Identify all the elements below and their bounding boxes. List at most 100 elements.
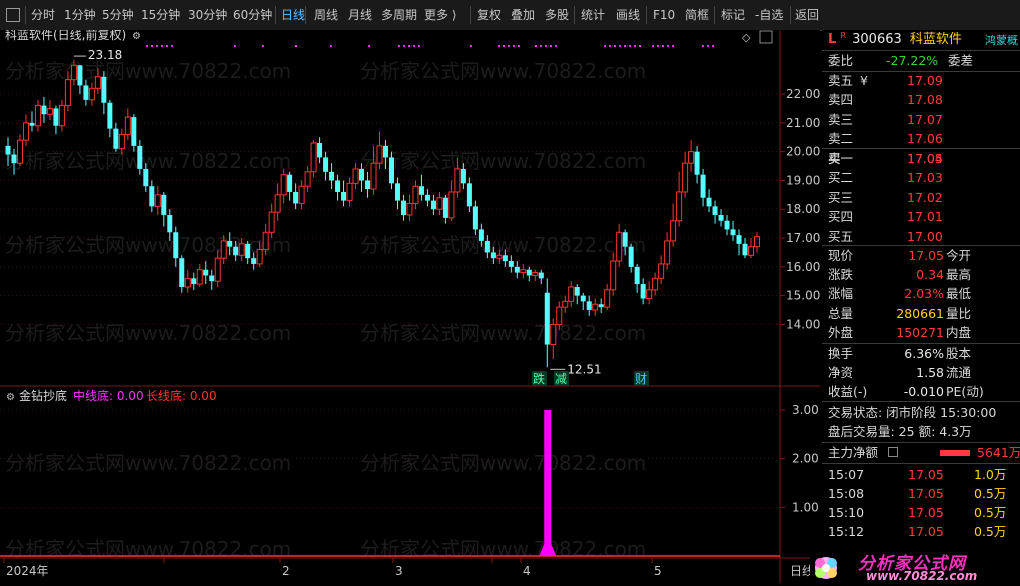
bid-label: 买五 <box>828 228 854 244</box>
candle-body <box>706 197 712 207</box>
toolbar-item-17[interactable]: 简框 <box>685 6 709 24</box>
toolbar-item-10[interactable]: 更多 ⟩ <box>424 6 457 24</box>
kline-chart[interactable]: 22.0021.0020.0019.0018.0017.0016.0015.00… <box>0 27 820 583</box>
signal-dot <box>368 45 370 47</box>
toolbar-item-8[interactable]: 月线 <box>348 6 372 24</box>
stat2-row: 净资 1.58 流通 <box>822 363 1020 382</box>
tick-price: 17.05 <box>908 486 944 501</box>
candle-body <box>430 200 436 210</box>
price-tick-label: 18.00 <box>786 202 820 216</box>
toolbar-item-15[interactable]: 画线 <box>616 6 640 24</box>
toolbar-item-7[interactable]: 周线 <box>314 6 338 24</box>
toolbar-item-12[interactable]: 叠加 <box>511 6 535 24</box>
toolbar-separator <box>275 6 276 24</box>
candle-body <box>22 122 29 141</box>
toolbar: 分时 1分钟 5分钟 15分钟 30分钟 60分钟 日线 周线 月线 多周期 更多 ⟩ 复权 叠加 多股统… <box>0 0 1020 31</box>
signal-dot <box>535 45 537 47</box>
candle-body <box>538 272 544 279</box>
signal-dot <box>555 45 557 47</box>
tick-time: 15:08 <box>828 486 865 501</box>
signal-dot <box>624 45 626 47</box>
signal-dot <box>161 45 163 47</box>
signal-dot <box>470 45 472 47</box>
candle-body <box>341 191 347 201</box>
candle-body <box>220 240 227 259</box>
bid-label: 买三 <box>828 189 854 205</box>
candle-body <box>634 266 640 285</box>
toolbar-item-11[interactable]: 复权 <box>477 6 501 24</box>
stat-value: 17.05 <box>908 248 944 263</box>
tick-volume: 0.5万 <box>974 505 1007 520</box>
toolbar-item-2[interactable]: 5分钟 <box>102 6 134 24</box>
brand-logo: 分析家公式网 www.70822.com <box>810 553 1020 583</box>
candle-body <box>736 235 742 244</box>
toolbar-item-5[interactable]: 60分钟 <box>233 6 272 24</box>
toolbar-separator <box>790 6 791 24</box>
signal-dot <box>508 45 510 47</box>
stat-row: 外盘 150271 内盘 <box>822 323 1020 342</box>
candle-body <box>562 300 569 308</box>
candle-body <box>610 260 617 291</box>
candle-body <box>394 183 400 201</box>
main-flow-row[interactable]: 主力净额 5641万 <box>822 443 1020 462</box>
ask-label: 卖四 <box>828 92 854 108</box>
candle-body <box>70 64 77 81</box>
candle-body <box>550 323 557 346</box>
toolbar-menu-icon[interactable] <box>6 8 20 22</box>
candle-body <box>526 269 532 276</box>
toolbar-item-16[interactable]: F10 <box>653 6 675 24</box>
watermark: 分析家公式网www.70822.com <box>5 451 291 475</box>
signal-dot <box>413 45 415 47</box>
signal-dot <box>609 45 611 47</box>
signal-dot <box>234 45 236 47</box>
candle-body <box>382 145 388 158</box>
ask-row: 卖五 17.09 ¥ <box>822 71 1020 90</box>
bid-price: 17.04 <box>907 151 943 166</box>
stat2-label-2: 流通 <box>946 365 972 380</box>
toolbar-item-9[interactable]: 多周期 <box>381 6 417 24</box>
signal-dot <box>498 45 500 47</box>
toolbar-item-3[interactable]: 15分钟 <box>141 6 180 24</box>
candle-body <box>161 194 167 215</box>
toolbar-item-18[interactable]: 标记 <box>721 6 745 24</box>
toolbar-item-13[interactable]: 多股 <box>545 6 569 24</box>
trade-state-row: 交易状态: 闭市阶段 15:30:00 <box>822 403 1020 422</box>
candle-body <box>58 105 65 127</box>
candle-body <box>694 151 700 175</box>
candle-body <box>154 194 161 207</box>
candle-body <box>514 266 520 273</box>
signal-dot <box>712 45 714 47</box>
candle-body <box>352 168 359 184</box>
candle-body <box>742 243 748 256</box>
toolbar-item-1[interactable]: 1分钟 <box>64 6 96 24</box>
toolbar-item-0[interactable]: 分时 <box>31 6 55 24</box>
toolbar-item-19[interactable]: -自选 <box>755 6 783 24</box>
toolbar-item-6[interactable]: 日线 <box>281 6 305 24</box>
main-flow-bar <box>940 450 970 456</box>
signal-dot <box>166 45 168 47</box>
candle-body <box>179 258 185 287</box>
candle-body <box>502 255 508 262</box>
toolbar-item-14[interactable]: 统计 <box>581 6 605 24</box>
indicator-tick-label: 3.00 <box>792 403 819 417</box>
event-marker: 减 <box>555 372 567 386</box>
yuan-icon: ¥ <box>860 73 868 88</box>
chart-title: 科蓝软件(日线,前复权) <box>5 30 126 42</box>
watermark: 分析家公式网www.70822.com <box>360 321 646 345</box>
indicator-spike-bar <box>544 410 552 556</box>
concept-tag[interactable]: 鸿蒙概 <box>985 32 1018 48</box>
menu-icon[interactable] <box>888 447 898 457</box>
price-tick-label: 17.00 <box>786 231 820 245</box>
signal-dot <box>513 45 515 47</box>
toolbar-item-20[interactable]: 返回 <box>795 6 819 24</box>
toolbar-separator <box>25 6 26 24</box>
chart-area[interactable]: 22.00 21.00 20.00 19.00 18.00 17.00 16.00 15.00… <box>0 27 820 583</box>
bid-row: 买一 17.04 <box>822 149 1020 168</box>
ask-row: 卖二 17.06 <box>822 129 1020 148</box>
toolbar-item-4[interactable]: 30分钟 <box>188 6 227 24</box>
ask-label: 卖五 <box>828 73 854 88</box>
ask-price: 17.08 <box>907 92 943 108</box>
stat-label-2: 量比 <box>946 305 972 321</box>
candle-body <box>544 292 550 345</box>
stat2-label: 净资 <box>828 365 854 380</box>
